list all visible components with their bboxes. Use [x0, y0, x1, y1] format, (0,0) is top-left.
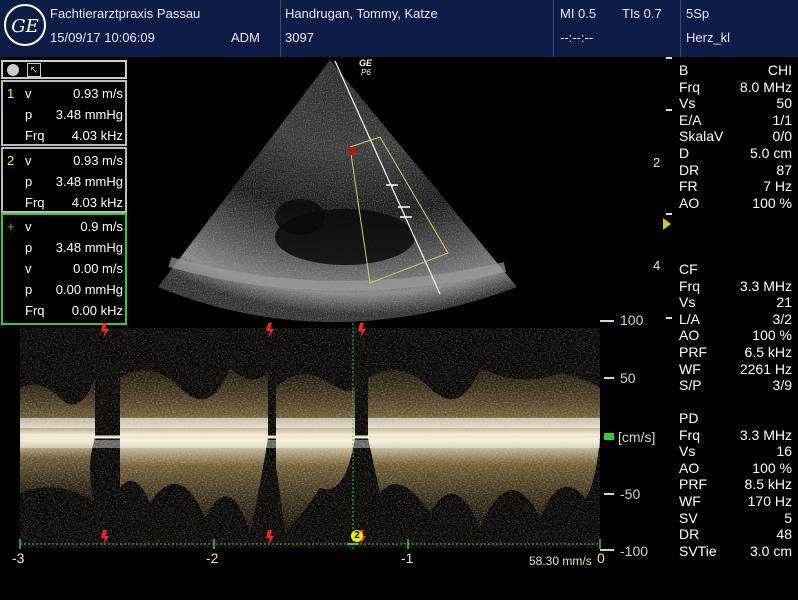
param-label: WF — [679, 360, 701, 377]
param-label: DR — [679, 526, 700, 543]
echo-2d-sector[interactable] — [0, 57, 600, 322]
thermal-index: TIs 0.7 — [622, 6, 662, 21]
param-label: PRF — [679, 476, 707, 493]
doppler-spectrum[interactable] — [0, 318, 620, 558]
clinic-name: Fachtierarztpraxis Passau — [50, 6, 201, 21]
header-divider — [680, 0, 681, 57]
param-label: S/P — [679, 377, 702, 394]
probe-model-mark: P6 — [361, 68, 371, 77]
header-divider — [553, 0, 554, 57]
param-label: Frq — [679, 426, 700, 443]
param-label: AO — [679, 459, 700, 476]
param-value: 0/0 — [772, 128, 792, 145]
param-label: Vs — [679, 443, 696, 460]
param-value: 3/2 — [772, 310, 792, 327]
param-value: 48 — [776, 526, 792, 543]
param-value: 100 % — [752, 459, 792, 476]
preset-name: Herz_kl — [686, 30, 731, 45]
param-label: WF — [679, 493, 701, 509]
caliper-marker-2[interactable]: 2 — [351, 530, 363, 542]
depth-tick-2: 2 — [653, 155, 661, 170]
param-value: 2261 Hz — [739, 360, 792, 377]
operator-id: ADM — [231, 30, 260, 45]
velocity-unit-label: [cm/s] — [618, 429, 656, 445]
mechanical-index: MI 0.5 — [560, 6, 597, 21]
time-label-0: 0 — [597, 550, 605, 566]
param-value: 1/1 — [772, 111, 792, 128]
velocity-label-neg100: -100 — [620, 543, 649, 559]
velocity-label-50: 50 — [620, 370, 636, 386]
param-label: Vs — [679, 294, 696, 311]
param-label: SVTie — [679, 542, 717, 559]
probe-brand-mark: GE — [359, 58, 373, 68]
param-label: SV — [679, 509, 698, 526]
param-value: 100 % — [752, 327, 792, 344]
param-label: FR — [679, 178, 698, 195]
time-label-neg2: -2 — [206, 550, 219, 566]
depth-tick-4: 4 — [653, 258, 661, 273]
depth-scale — [660, 57, 672, 320]
clock-placeholder: --:--:-- — [560, 30, 594, 45]
param-label: Frq — [679, 78, 700, 95]
param-label: PD — [679, 410, 699, 426]
param-label: Frq — [679, 277, 700, 294]
time-label-neg1: -1 — [401, 550, 414, 566]
velocity-label-100: 100 — [620, 312, 644, 328]
time-label-neg3: -3 — [12, 550, 25, 566]
param-label: PRF — [679, 344, 707, 360]
patient-id: 3097 — [285, 30, 314, 45]
ge-logo: GE — [4, 4, 46, 46]
sweep-speed: 58.30 mm/s — [529, 554, 592, 568]
param-label: B — [679, 62, 689, 78]
param-label: D — [679, 145, 690, 161]
param-value: CHI — [767, 62, 792, 78]
param-value: 21 — [776, 294, 792, 311]
param-value: 7 Hz — [763, 178, 792, 195]
param-label: SkalaV — [679, 128, 724, 145]
param-label: AO — [679, 327, 700, 344]
patient-name: Handrugan, Tommy, Katze — [285, 6, 438, 21]
param-value: 100 % — [752, 194, 792, 211]
param-value: 87 — [776, 161, 792, 178]
param-value: 50 — [776, 95, 792, 112]
param-label: E/A — [679, 111, 702, 128]
param-label: L/A — [679, 310, 701, 327]
header-bar: GE Fachtierarztpraxis Passau 15/09/17 10… — [0, 0, 798, 57]
velocity-label-neg50: -50 — [620, 486, 641, 502]
param-value: 3/9 — [772, 377, 792, 394]
param-value: 5 — [784, 509, 792, 526]
param-value: 8.5 kHz — [744, 476, 792, 493]
param-value: 8.0 MHz — [739, 78, 792, 95]
param-label: Vs — [679, 95, 696, 112]
param-value: 3.3 MHz — [739, 426, 792, 443]
param-label: AO — [679, 194, 700, 211]
param-value: 3.0 cm — [749, 542, 792, 559]
param-value: 5.0 cm — [749, 145, 792, 161]
param-label: CF — [679, 261, 698, 277]
param-value: 170 Hz — [747, 493, 792, 509]
param-value: 3.3 MHz — [739, 277, 792, 294]
param-label: DR — [679, 161, 700, 178]
param-value: 6.5 kHz — [744, 344, 792, 360]
header-divider — [280, 0, 281, 57]
exam-datetime: 15/09/17 10:06:09 — [50, 30, 155, 45]
probe-name: 5Sp — [686, 6, 710, 21]
param-value: 16 — [776, 443, 792, 460]
